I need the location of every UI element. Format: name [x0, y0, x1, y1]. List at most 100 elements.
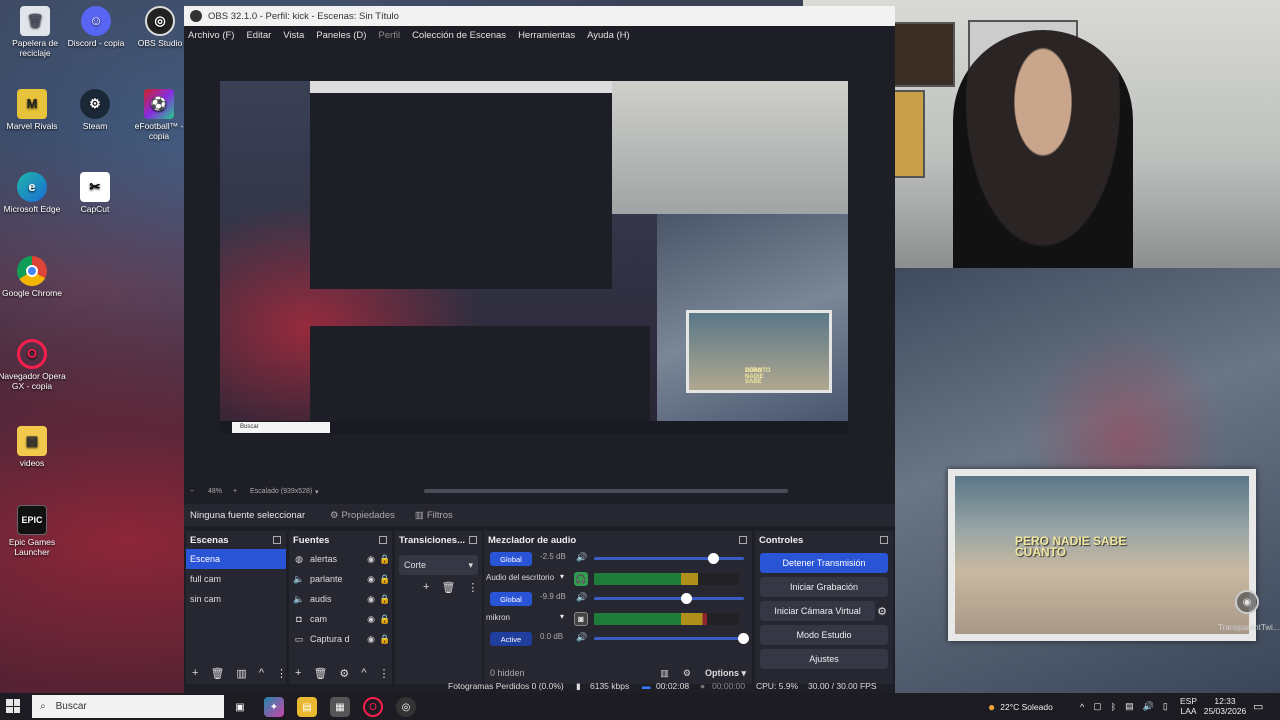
desktop-icon-capcut[interactable]: ✂ CapCut	[60, 172, 130, 215]
more-icon[interactable]: ⋮	[467, 581, 478, 594]
bluetooth-icon[interactable]: ᛒ	[1111, 702, 1116, 712]
channel-name[interactable]: mikron	[486, 613, 510, 622]
add-transition-icon[interactable]: +	[423, 581, 429, 594]
desktop-icon-chrome[interactable]: Google Chrome	[0, 256, 67, 299]
lock-icon[interactable]: 🔒	[378, 634, 392, 645]
desktop-icon-recycle-bin[interactable]: 🗑 Papelera de reciclaje	[0, 6, 70, 59]
speaker-icon[interactable]: 🔊	[576, 552, 587, 563]
network-icon[interactable]: ▤	[1125, 701, 1134, 712]
desktop-icon-videos[interactable]: ▤ videos	[0, 426, 67, 469]
visibility-icon[interactable]: ◉	[364, 554, 378, 565]
filter-icon[interactable]: ▥	[236, 667, 246, 680]
copilot-icon[interactable]: ✦	[264, 697, 284, 717]
notification-icon[interactable]: ▭	[1253, 693, 1263, 720]
scene-item[interactable]: sin cam	[186, 589, 286, 609]
file-explorer-icon[interactable]: ▤	[297, 697, 317, 717]
chevron-down-icon[interactable]: ▾	[560, 612, 564, 621]
volume-slider[interactable]	[594, 637, 744, 640]
menu-vista[interactable]: Vista	[283, 30, 304, 41]
menu-coleccion-escenas[interactable]: Colección de Escenas	[412, 30, 506, 41]
speaker-icon[interactable]: 🔊	[576, 632, 587, 643]
source-item[interactable]: ▭ Captura d ◉ 🔒	[289, 629, 392, 649]
desktop-icon-steam[interactable]: ⚙ Steam	[60, 89, 130, 132]
menu-perfil[interactable]: Perfil	[378, 30, 400, 41]
options-button[interactable]: Options ▾	[705, 668, 746, 679]
windows-start-icon[interactable]	[6, 699, 20, 713]
zoom-out-button[interactable]: −	[190, 488, 194, 495]
visibility-icon[interactable]: ◉	[364, 594, 378, 605]
global-button[interactable]: Global	[490, 552, 532, 566]
menu-editar[interactable]: Editar	[246, 30, 271, 41]
chevron-up-icon[interactable]: ^	[1080, 702, 1084, 712]
speaker-icon[interactable]: 🔊	[576, 592, 587, 603]
obs-icon[interactable]: ◎	[396, 697, 416, 717]
undock-icon[interactable]	[739, 536, 747, 544]
desktop-icon-opera-gx[interactable]: O Navegador Opera GX - copia	[0, 339, 67, 392]
global-button[interactable]: Global	[490, 592, 532, 606]
layout-icon[interactable]: ▥	[660, 668, 669, 679]
lock-icon[interactable]: 🔒	[378, 574, 392, 585]
undock-icon[interactable]	[469, 536, 477, 544]
desktop-icon-discord[interactable]: ☺ Discord - copia	[61, 6, 131, 49]
source-item[interactable]: 🔈 parlante ◉ 🔒	[289, 569, 392, 589]
visibility-icon[interactable]: ◉	[364, 574, 378, 585]
studio-mode-button[interactable]: Modo Estudio	[760, 625, 888, 645]
active-button[interactable]: Active	[490, 632, 532, 646]
headphones-icon[interactable]: 🎧	[574, 572, 588, 586]
store-icon[interactable]: ▦	[330, 697, 350, 717]
undock-icon[interactable]	[880, 536, 888, 544]
stop-stream-button[interactable]: Detener Transmisión	[760, 553, 888, 573]
volume-slider-handle[interactable]	[738, 633, 749, 644]
tray-app-icon[interactable]: ▢	[1093, 701, 1102, 712]
lock-icon[interactable]: 🔒	[378, 554, 392, 565]
language-indicator[interactable]: ESP LAA	[1180, 693, 1197, 720]
channel-name[interactable]: Audio del escritorio	[486, 573, 554, 582]
scene-item[interactable]: Escena	[186, 549, 286, 569]
move-up-icon[interactable]: ^	[361, 667, 366, 679]
remove-transition-icon[interactable]: 🗑	[441, 581, 455, 594]
chevron-down-icon[interactable]: ▾	[560, 572, 564, 581]
filters-button[interactable]: ▥ Filtros	[415, 510, 453, 521]
taskbar-search[interactable]: ⌕ Buscar	[32, 695, 224, 718]
volume-slider-handle[interactable]	[681, 593, 692, 604]
more-icon[interactable]: ⋮	[378, 667, 389, 680]
remove-scene-icon[interactable]: 🗑	[210, 667, 224, 680]
volume-slider[interactable]	[594, 557, 744, 560]
source-item[interactable]: 🔈 audis ◉ 🔒	[289, 589, 392, 609]
source-properties-icon[interactable]: ⚙	[339, 667, 349, 680]
speaker-icon[interactable]: 🔊	[1143, 701, 1154, 712]
add-source-icon[interactable]: +	[295, 667, 301, 679]
settings-button[interactable]: Ajustes	[760, 649, 888, 669]
start-recording-button[interactable]: Iniciar Grabación	[760, 577, 888, 597]
desktop-icon-edge[interactable]: e Microsoft Edge	[0, 172, 67, 215]
gear-icon[interactable]: ⚙	[877, 605, 887, 618]
menu-paneles[interactable]: Paneles (D)	[316, 30, 366, 41]
more-icon[interactable]: ⋮	[276, 667, 287, 680]
zoom-in-button[interactable]: +	[233, 488, 237, 495]
preview-canvas[interactable]: PERO NADIE SABE CUANTO Buscar	[220, 81, 848, 434]
move-up-icon[interactable]: ^	[259, 667, 264, 679]
preview-scrollbar[interactable]	[424, 489, 788, 493]
monitor-off-icon[interactable]: ◙	[574, 612, 588, 626]
scene-item[interactable]: full cam	[186, 569, 286, 589]
visibility-icon[interactable]: ◉	[364, 634, 378, 645]
transition-select[interactable]: Corte ▾	[399, 555, 478, 575]
start-virtual-camera-button[interactable]: Iniciar Cámara Virtual	[760, 601, 876, 621]
lock-icon[interactable]: 🔒	[378, 614, 392, 625]
settings-icon[interactable]: ⚙	[683, 668, 691, 679]
undock-icon[interactable]	[379, 536, 387, 544]
scale-dropdown-icon[interactable]: ▾	[315, 488, 319, 496]
battery-icon[interactable]: ▯	[1163, 701, 1168, 712]
volume-slider-handle[interactable]	[708, 553, 719, 564]
menu-ayuda[interactable]: Ayuda (H)	[587, 30, 630, 41]
task-view-icon[interactable]: ▣	[230, 697, 250, 717]
undock-icon[interactable]	[273, 536, 281, 544]
lock-icon[interactable]: 🔒	[378, 594, 392, 605]
source-item[interactable]: ◘ cam ◉ 🔒	[289, 609, 392, 629]
weather-widget[interactable]: ● 22°C Soleado	[988, 693, 1053, 720]
desktop-icon-marvel-rivals[interactable]: M Marvel Rivals	[0, 89, 67, 132]
opera-gx-icon[interactable]: O	[363, 697, 383, 717]
menu-archivo[interactable]: Archivo (F)	[188, 30, 234, 41]
desktop-icon-epic-games[interactable]: EPIC Epic Games Launcher	[0, 505, 67, 558]
volume-slider[interactable]	[594, 597, 744, 600]
